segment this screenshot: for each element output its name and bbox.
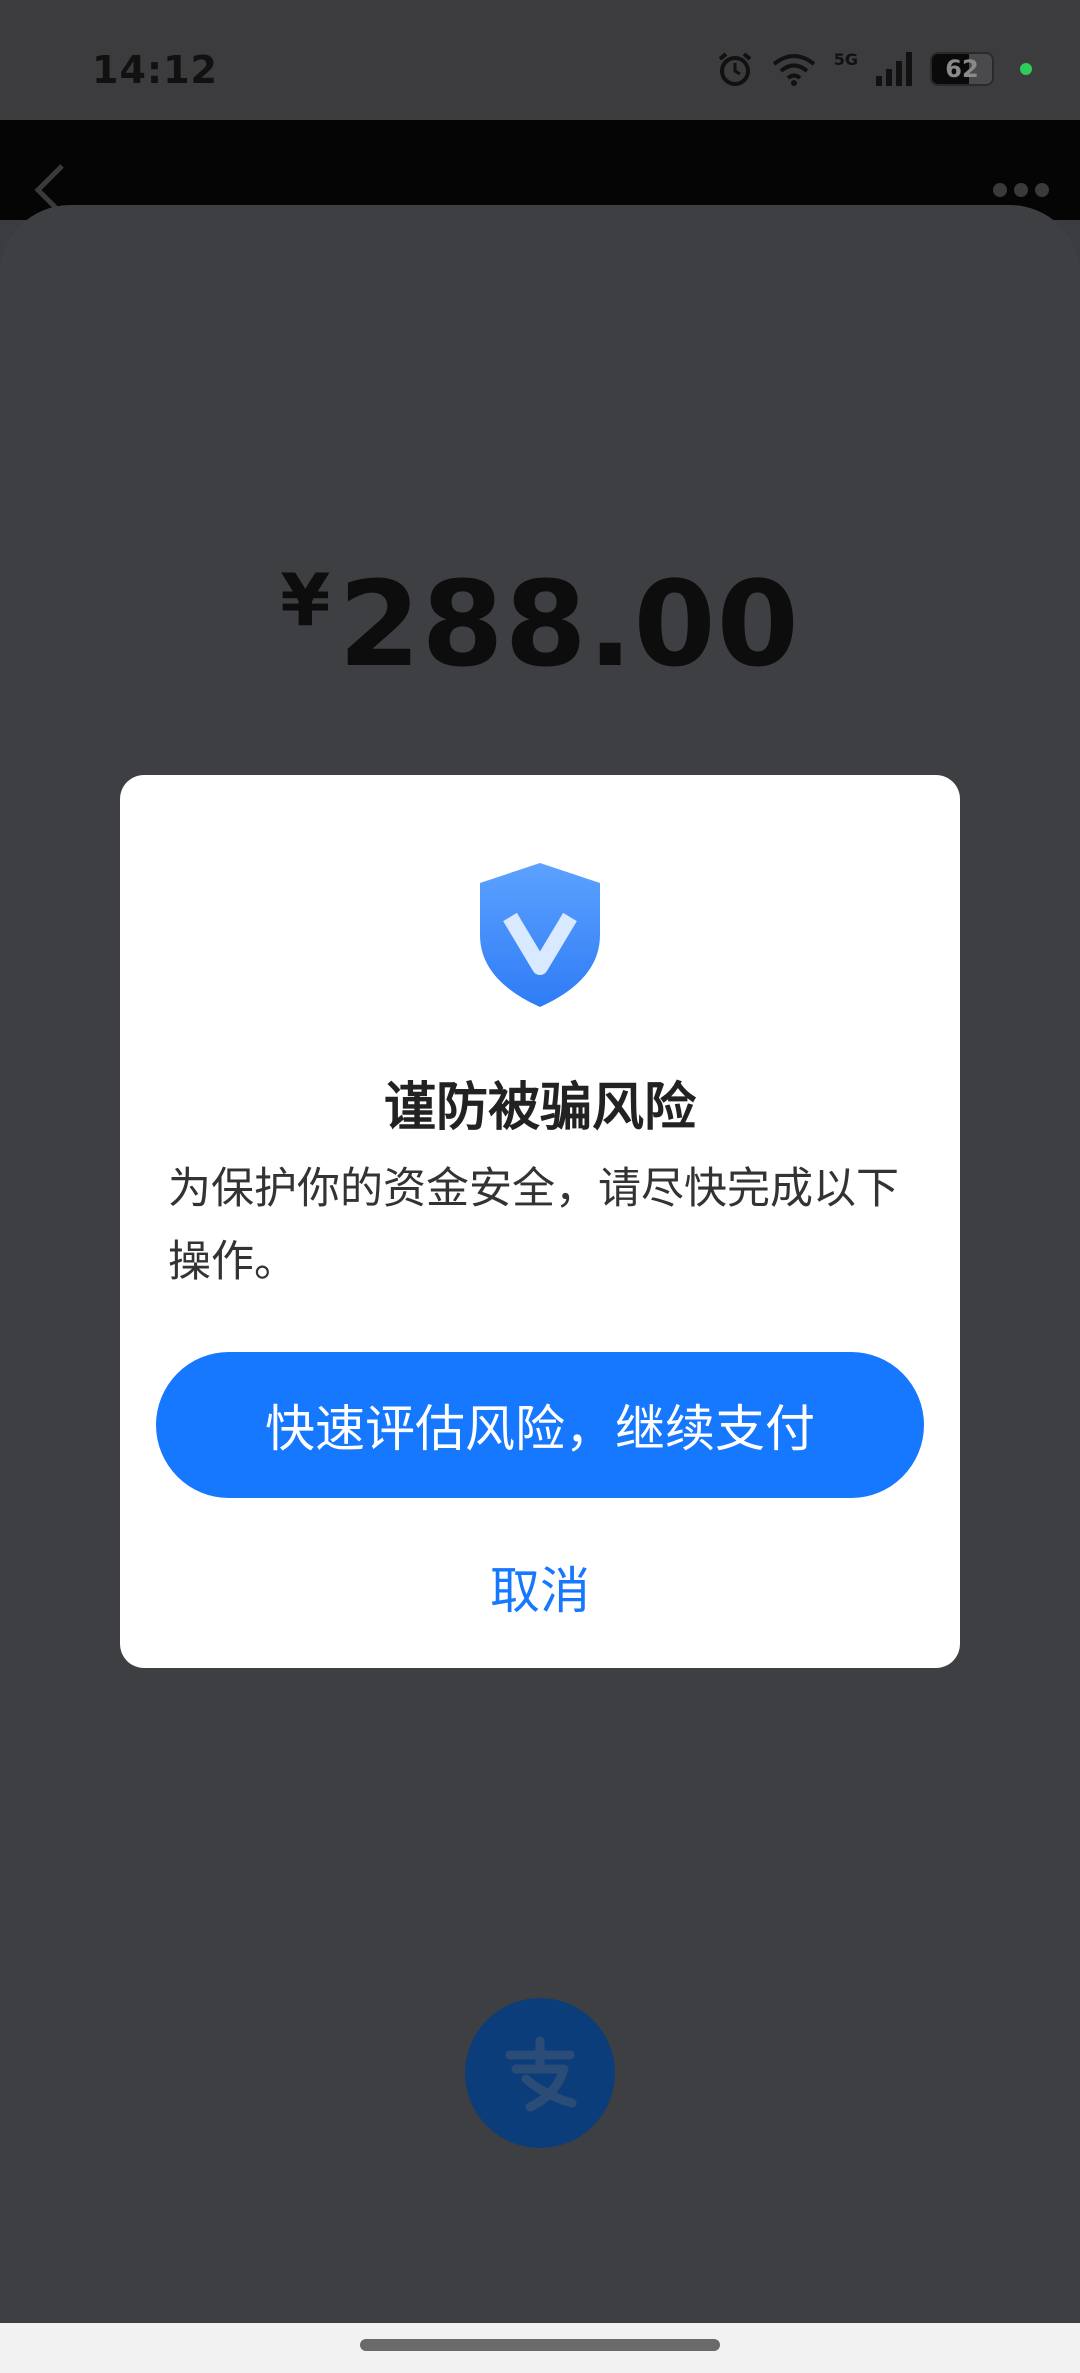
wifi-icon (772, 52, 816, 86)
alipay-logo-icon (465, 1998, 615, 2148)
battery-level: 62 (945, 55, 979, 83)
dialog-title: 谨防被骗风险 (383, 1078, 696, 1138)
assess-risk-continue-button[interactable]: 快速评估风险，继续支付 (156, 1352, 924, 1498)
cancel-button[interactable]: 取消 (120, 1550, 960, 1624)
battery-icon: 62 (930, 52, 994, 86)
status-time: 14:12 (92, 48, 218, 92)
fraud-risk-dialog: 谨防被骗风险 为保护你的资金安全，请尽快完成以下操作。 快速评估风险，继续支付 … (120, 775, 960, 1668)
status-bar: 14:12 5G 62 (0, 0, 1080, 120)
currency-symbol: ¥ (280, 558, 331, 642)
shield-check-icon (470, 855, 610, 1019)
payment-amount: ¥288.00 (0, 555, 1080, 693)
more-dots-icon[interactable] (992, 182, 1050, 202)
status-icons: 5G 62 (716, 50, 1032, 88)
system-navigation-bar (0, 2323, 1080, 2373)
home-indicator[interactable] (360, 2339, 720, 2351)
alarm-icon (716, 50, 754, 88)
signal-icon (876, 52, 912, 86)
amount-value: 288.00 (338, 555, 800, 693)
network-label: 5G (833, 49, 858, 69)
privacy-indicator-dot (1020, 63, 1032, 75)
dialog-message: 为保护你的资金安全，请尽快完成以下操作。 (168, 1164, 899, 1287)
